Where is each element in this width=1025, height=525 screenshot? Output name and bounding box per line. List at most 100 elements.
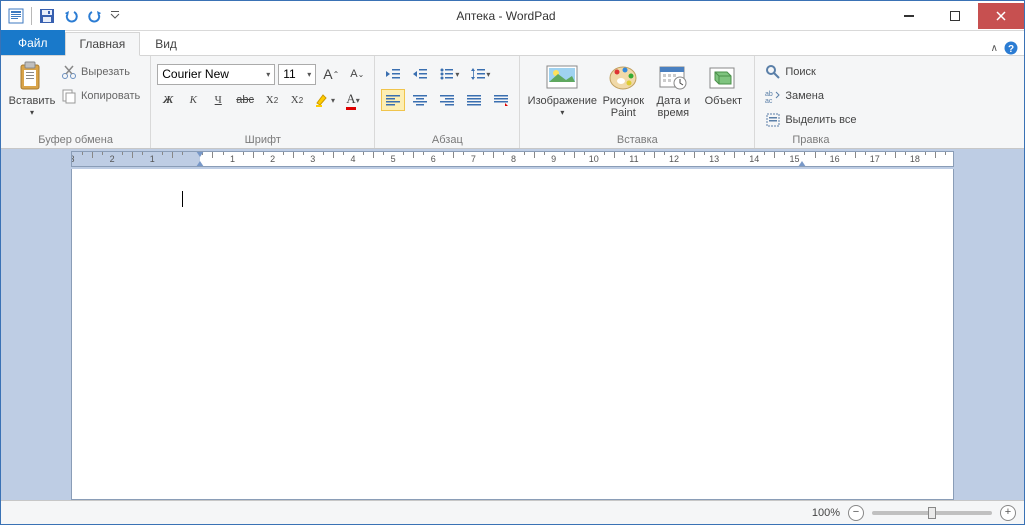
app-icon[interactable] [5, 5, 27, 27]
collapse-ribbon-icon[interactable]: ∧ [991, 43, 998, 54]
quick-access-toolbar [1, 5, 126, 27]
group-editing: Поиск abac Замена Выделить все Правка [755, 56, 866, 148]
selectall-icon [765, 112, 781, 128]
shrink-font-button[interactable]: A⌄ [346, 63, 368, 85]
selectall-button[interactable]: Выделить все [761, 109, 860, 131]
find-icon [765, 64, 781, 80]
underline-button[interactable]: Ч [207, 89, 229, 111]
document-area [1, 169, 1024, 500]
insert-image-button[interactable]: Изображение ▾ [526, 59, 598, 133]
insert-paint-label: Рисунок Paint [598, 95, 648, 119]
svg-text:?: ? [1008, 44, 1014, 55]
chevron-down-icon: ▾ [266, 70, 270, 79]
selectall-label: Выделить все [785, 114, 856, 126]
undo-icon[interactable] [60, 5, 82, 27]
insert-datetime-button[interactable]: Дата и время [648, 59, 698, 133]
group-editing-label: Правка [761, 133, 860, 146]
ruler-container: 321123456789101112131415161718 [1, 149, 1024, 169]
group-paragraph-label: Абзац [381, 133, 513, 146]
insert-object-button[interactable]: Объект [698, 59, 748, 133]
cut-icon [61, 64, 77, 80]
redo-icon[interactable] [84, 5, 106, 27]
zoom-slider-thumb[interactable] [928, 507, 936, 519]
subscript-button[interactable]: X2 [261, 89, 283, 111]
align-justify-button[interactable] [462, 89, 486, 111]
zoom-value: 100% [812, 507, 840, 519]
find-label: Поиск [785, 66, 815, 78]
text-cursor [182, 191, 183, 207]
group-font: Courier New ▾ 11 ▾ A⌃ A⌄ Ж К Ч abc X2 X2… [151, 56, 375, 148]
chevron-down-icon: ▾ [560, 107, 564, 119]
chevron-down-icon: ▾ [307, 70, 311, 79]
align-left-button[interactable] [381, 89, 405, 111]
font-name-value: Courier New [162, 67, 229, 81]
zoom-slider[interactable] [872, 511, 992, 515]
line-spacing-button[interactable]: ▾ [466, 63, 494, 85]
cut-button[interactable]: Вырезать [57, 61, 144, 83]
insert-object-label: Объект [705, 95, 742, 107]
font-size-value: 11 [283, 67, 295, 81]
bullets-button[interactable]: ▾ [435, 63, 463, 85]
font-color-button[interactable]: A▾ [342, 89, 364, 111]
decrease-indent-button[interactable] [381, 63, 405, 85]
paragraph-dialog-button[interactable] [489, 89, 513, 111]
insert-paint-button[interactable]: Рисунок Paint [598, 59, 648, 133]
italic-button[interactable]: К [182, 89, 204, 111]
align-center-button[interactable] [408, 89, 432, 111]
zoom-out-button[interactable]: − [848, 505, 864, 521]
close-button[interactable] [978, 3, 1024, 29]
group-clipboard-label: Буфер обмена [7, 133, 144, 146]
copy-icon [61, 88, 77, 104]
replace-label: Замена [785, 90, 824, 102]
workspace: 321123456789101112131415161718 [1, 149, 1024, 500]
increase-indent-button[interactable] [408, 63, 432, 85]
svg-text:ab: ab [765, 91, 773, 98]
paste-icon [16, 61, 48, 93]
window-controls [886, 3, 1024, 29]
grow-font-button[interactable]: A⌃ [319, 63, 343, 85]
group-insert: Изображение ▾ Рисунок Paint Дата и время… [520, 56, 755, 148]
object-icon [707, 61, 739, 93]
group-font-label: Шрифт [157, 133, 368, 146]
chevron-down-icon: ▾ [30, 107, 34, 119]
align-right-button[interactable] [435, 89, 459, 111]
horizontal-ruler[interactable]: 321123456789101112131415161718 [71, 151, 954, 167]
help-icon[interactable]: ? [1004, 41, 1018, 55]
paste-label: Вставить [9, 95, 56, 107]
copy-button[interactable]: Копировать [57, 85, 144, 107]
maximize-button[interactable] [932, 3, 978, 29]
group-insert-label: Вставка [526, 133, 748, 146]
status-bar: 100% − + [1, 500, 1024, 524]
ribbon-tabs: Файл Главная Вид ∧ ? [1, 31, 1024, 55]
minimize-button[interactable] [886, 3, 932, 29]
replace-icon: abac [765, 89, 781, 103]
insert-datetime-label: Дата и время [648, 95, 698, 119]
calendar-icon [657, 61, 689, 93]
paint-icon [607, 61, 639, 93]
save-icon[interactable] [36, 5, 58, 27]
find-button[interactable]: Поиск [761, 61, 860, 83]
cut-label: Вырезать [81, 66, 130, 78]
highlight-button[interactable]: ▾ [311, 89, 339, 111]
group-paragraph: ▾ ▾ Абзац [375, 56, 520, 148]
superscript-button[interactable]: X2 [286, 89, 308, 111]
qat-dropdown-icon[interactable] [108, 5, 122, 27]
font-name-select[interactable]: Courier New ▾ [157, 64, 275, 85]
replace-button[interactable]: abac Замена [761, 85, 860, 107]
tab-view[interactable]: Вид [140, 32, 192, 55]
font-size-select[interactable]: 11 ▾ [278, 64, 316, 85]
zoom-in-button[interactable]: + [1000, 505, 1016, 521]
svg-text:ac: ac [765, 98, 773, 103]
document-page[interactable] [71, 169, 954, 500]
title-bar: Аптека - WordPad [1, 1, 1024, 31]
paste-button[interactable]: Вставить ▾ [7, 59, 57, 133]
strikethrough-button[interactable]: abc [232, 89, 258, 111]
image-icon [546, 61, 578, 93]
tab-file[interactable]: Файл [1, 30, 65, 55]
copy-label: Копировать [81, 90, 140, 102]
ribbon: Вставить ▾ Вырезать Копировать Буфер обм… [1, 55, 1024, 149]
group-clipboard: Вставить ▾ Вырезать Копировать Буфер обм… [1, 56, 151, 148]
window-title: Аптека - WordPad [126, 9, 886, 23]
bold-button[interactable]: Ж [157, 89, 179, 111]
tab-home[interactable]: Главная [65, 32, 141, 56]
